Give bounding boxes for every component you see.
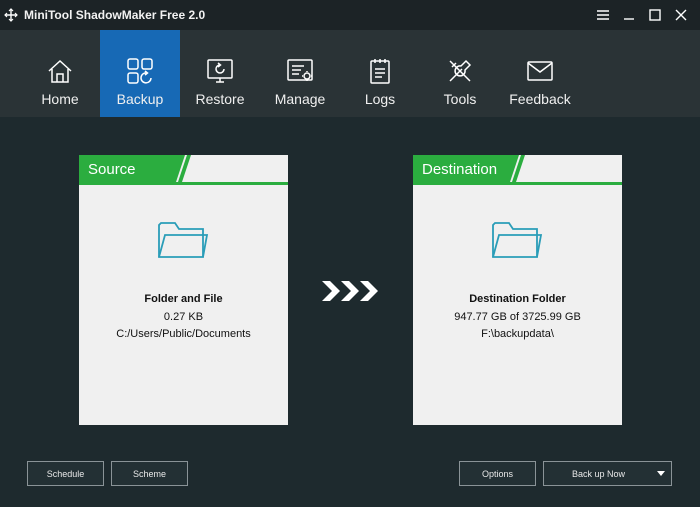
nav-backup-label: Backup <box>116 91 164 107</box>
logs-icon <box>366 57 394 85</box>
folder-icon <box>157 217 209 263</box>
source-size: 0.27 KB <box>163 311 204 323</box>
nav-home-label: Home <box>41 91 79 107</box>
nav-backup[interactable]: Backup <box>100 30 180 117</box>
restore-icon <box>206 57 234 85</box>
nav-manage-label: Manage <box>274 91 326 107</box>
source-path: C:/Users/Public/Documents <box>116 328 251 340</box>
menu-icon[interactable] <box>590 0 616 30</box>
nav-home[interactable]: Home <box>20 30 100 117</box>
nav-logs-label: Logs <box>364 91 396 107</box>
maximize-icon[interactable] <box>642 0 668 30</box>
nav-restore[interactable]: Restore <box>180 30 260 117</box>
chevron-down-icon[interactable] <box>656 470 666 478</box>
nav-tools-label: Tools <box>443 91 477 107</box>
nav-manage[interactable]: Manage <box>260 30 340 117</box>
feedback-icon <box>526 57 554 85</box>
scheme-button[interactable]: Scheme <box>111 461 188 486</box>
home-icon <box>46 57 74 85</box>
folder-icon <box>491 217 543 263</box>
window-controls <box>590 0 694 30</box>
direction-arrows-icon <box>322 281 378 301</box>
minimize-icon[interactable] <box>616 0 642 30</box>
nav-logs[interactable]: Logs <box>340 30 420 117</box>
nav-feedback-label: Feedback <box>509 91 571 107</box>
backup-icon <box>126 57 154 85</box>
source-tab-label: Source <box>88 161 136 178</box>
nav-restore-label: Restore <box>195 91 245 107</box>
nav-tools[interactable]: Tools <box>420 30 500 117</box>
main-toolbar: Home Backup Restore Manage Logs Tools Fe… <box>0 30 700 117</box>
destination-name: Destination Folder <box>469 293 566 305</box>
schedule-button[interactable]: Schedule <box>27 461 104 486</box>
destination-tab-label: Destination <box>422 161 498 178</box>
source-name: Folder and File <box>144 293 223 305</box>
back-up-now-button[interactable]: Back up Now <box>543 461 672 486</box>
tools-icon <box>446 57 474 85</box>
title-bar: MiniTool ShadowMaker Free 2.0 <box>0 0 700 30</box>
destination-size: 947.77 GB of 3725.99 GB <box>454 311 581 323</box>
window-title: MiniTool ShadowMaker Free 2.0 <box>24 8 206 22</box>
app-logo-icon <box>4 8 18 22</box>
close-icon[interactable] <box>668 0 694 30</box>
destination-card[interactable]: Destination Destination Folder 947.77 GB… <box>413 155 622 425</box>
back-up-now-label: Back up Now <box>572 468 626 479</box>
options-button[interactable]: Options <box>459 461 536 486</box>
source-card[interactable]: Source Folder and File 0.27 KB C:/Users/… <box>79 155 288 425</box>
nav-feedback[interactable]: Feedback <box>500 30 580 117</box>
destination-path: F:\backupdata\ <box>481 328 554 340</box>
manage-icon <box>286 57 314 85</box>
